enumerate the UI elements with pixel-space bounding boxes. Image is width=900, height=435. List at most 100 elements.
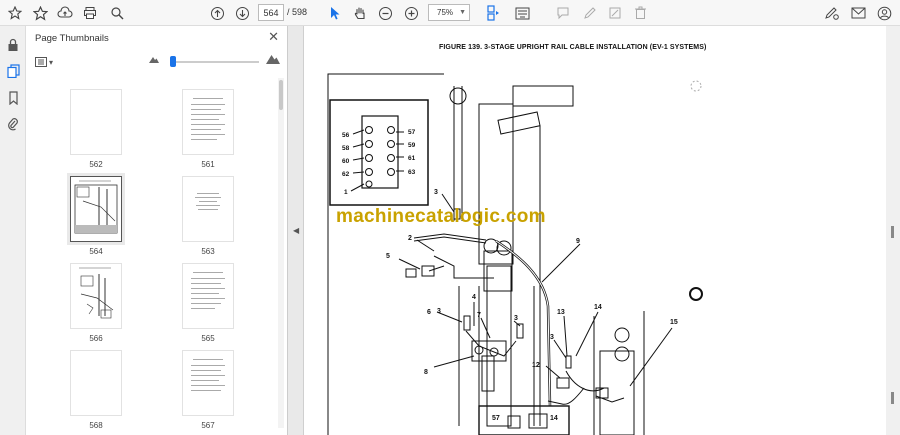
current-page-input[interactable]: 564 (258, 4, 284, 21)
document-page: FIGURE 139. 3-STAGE UPRIGHT RAIL CABLE I… (303, 26, 797, 435)
hand-tool-icon[interactable] (350, 3, 370, 23)
smaller-thumbnails-icon[interactable] (149, 55, 159, 63)
inset-label: 1 (344, 189, 348, 196)
left-navigation-rail (0, 26, 26, 435)
thumbnail-image (70, 350, 122, 416)
thumbnail-label: 564 (89, 247, 103, 256)
thumbnail-label: 565 (201, 334, 215, 343)
bookmarks-icon[interactable] (4, 89, 22, 107)
inset-label: 62 (342, 171, 350, 178)
thumbnail-page-562[interactable]: 562 (70, 89, 122, 169)
sign-pen-icon[interactable] (822, 3, 842, 23)
callout-label: 9 (576, 238, 580, 245)
scrollbar-thumb[interactable] (891, 392, 894, 404)
keyboard-icon[interactable] (512, 3, 532, 23)
thumbnail-image (67, 173, 125, 245)
thumbnail-page-566[interactable]: 566 (70, 263, 122, 343)
print-icon[interactable] (80, 3, 100, 23)
callout-label: 3 (437, 308, 441, 315)
total-pages: / 598 (287, 7, 308, 17)
thumbnail-page-561[interactable]: 561 (182, 89, 234, 169)
page-thumbnails-icon[interactable] (4, 62, 22, 80)
top-toolbar: 564 / 598 75% ▼ (0, 0, 900, 26)
thumbnail-page-564[interactable]: 564 (67, 173, 125, 256)
star-icon[interactable] (5, 3, 25, 23)
thumbnail-label: 563 (201, 247, 215, 256)
callout-label: 14 (550, 415, 558, 422)
inset-label: 60 (342, 158, 350, 165)
scrollbar-marker-right-arrow[interactable] (891, 226, 894, 238)
bookmark-star-icon[interactable] (30, 3, 50, 23)
page-speck (690, 80, 702, 92)
callout-label: 14 (594, 304, 602, 311)
document-viewer[interactable]: FIGURE 139. 3-STAGE UPRIGHT RAIL CABLE I… (288, 26, 900, 435)
close-icon[interactable]: ✕ (268, 29, 279, 45)
cloud-upload-icon[interactable] (55, 3, 75, 23)
zoom-in-icon[interactable] (401, 3, 421, 23)
highlight-pen-icon[interactable] (580, 3, 600, 23)
thumbnail-label: 562 (89, 160, 103, 169)
lock-icon[interactable] (4, 36, 22, 54)
thumbnail-image (182, 176, 234, 242)
thumbnail-options-button[interactable]: ▾ (35, 55, 57, 69)
account-icon[interactable] (874, 3, 894, 23)
delete-trash-icon[interactable] (630, 3, 650, 23)
thumbnail-image (70, 263, 122, 329)
cable-installation-diagram: 56 58 60 62 1 57 59 61 63 3 2 9 5 4 7 6 … (327, 73, 703, 435)
thumbnails-panel: Page Thumbnails ✕ ▾ 562 561 564 563 566 … (26, 26, 288, 435)
thumbnails-scrollbar[interactable] (278, 78, 284, 428)
callout-label: 2 (408, 235, 412, 242)
comment-icon[interactable] (553, 3, 573, 23)
callout-label: 6 (427, 309, 431, 316)
zoom-level-select[interactable]: 75% ▼ (428, 4, 470, 21)
callout-label: 5 (386, 253, 390, 260)
watermark-text: machinecatalogic.com (336, 206, 546, 227)
collapse-panel-arrow-icon[interactable]: ◀ (293, 226, 299, 235)
zoom-search-icon[interactable] (107, 3, 127, 23)
callout-label: 57 (492, 415, 500, 422)
inset-label: 56 (342, 132, 350, 139)
select-cursor-icon[interactable] (325, 3, 345, 23)
draw-erase-icon[interactable] (605, 3, 625, 23)
callout-label: 8 (424, 369, 428, 376)
callout-label: 3 (550, 334, 554, 341)
inset-label: 57 (408, 129, 416, 136)
thumbnail-page-563[interactable]: 563 (182, 176, 234, 256)
email-icon[interactable] (848, 3, 868, 23)
chevron-down-icon: ▾ (49, 57, 54, 67)
attachments-paperclip-icon[interactable] (4, 115, 22, 133)
zoom-out-icon[interactable] (375, 3, 395, 23)
thumbnail-page-565[interactable]: 565 (182, 263, 234, 343)
thumbnail-label: 567 (201, 421, 215, 430)
inset-label: 61 (408, 155, 416, 162)
callout-label: 3 (434, 189, 438, 196)
callout-label: 4 (472, 294, 476, 301)
thumbnail-image (182, 89, 234, 155)
page-fit-icon[interactable] (483, 3, 503, 23)
thumbnail-page-568[interactable]: 568 (70, 350, 122, 430)
callout-label: 7 (477, 312, 481, 319)
scrollbar-thumb[interactable] (279, 80, 283, 110)
larger-thumbnails-icon[interactable] (266, 53, 280, 64)
thumbnail-label: 568 (89, 421, 103, 430)
inset-label: 59 (408, 142, 416, 149)
thumbnail-image (70, 89, 122, 155)
document-scrollbar[interactable] (886, 26, 900, 435)
thumbnail-image (182, 263, 234, 329)
thumbnail-page-567[interactable]: 567 (182, 350, 234, 430)
thumbnail-image (182, 350, 234, 416)
thumbnail-label: 566 (89, 334, 103, 343)
previous-page-icon[interactable] (207, 3, 227, 23)
panel-title: Page Thumbnails (35, 33, 109, 44)
thumbnail-size-slider-handle[interactable] (170, 56, 176, 67)
binder-hole-mark (689, 287, 703, 301)
inset-label: 63 (408, 169, 416, 176)
thumbnail-label: 561 (201, 160, 215, 169)
callout-label: 13 (557, 309, 565, 316)
thumbnail-size-slider-track[interactable] (171, 61, 259, 63)
next-page-icon[interactable] (232, 3, 252, 23)
inset-label: 58 (342, 145, 350, 152)
callout-label: 12 (532, 362, 540, 369)
zoom-level-value: 75% (437, 8, 454, 17)
callout-label: 3 (514, 315, 518, 322)
